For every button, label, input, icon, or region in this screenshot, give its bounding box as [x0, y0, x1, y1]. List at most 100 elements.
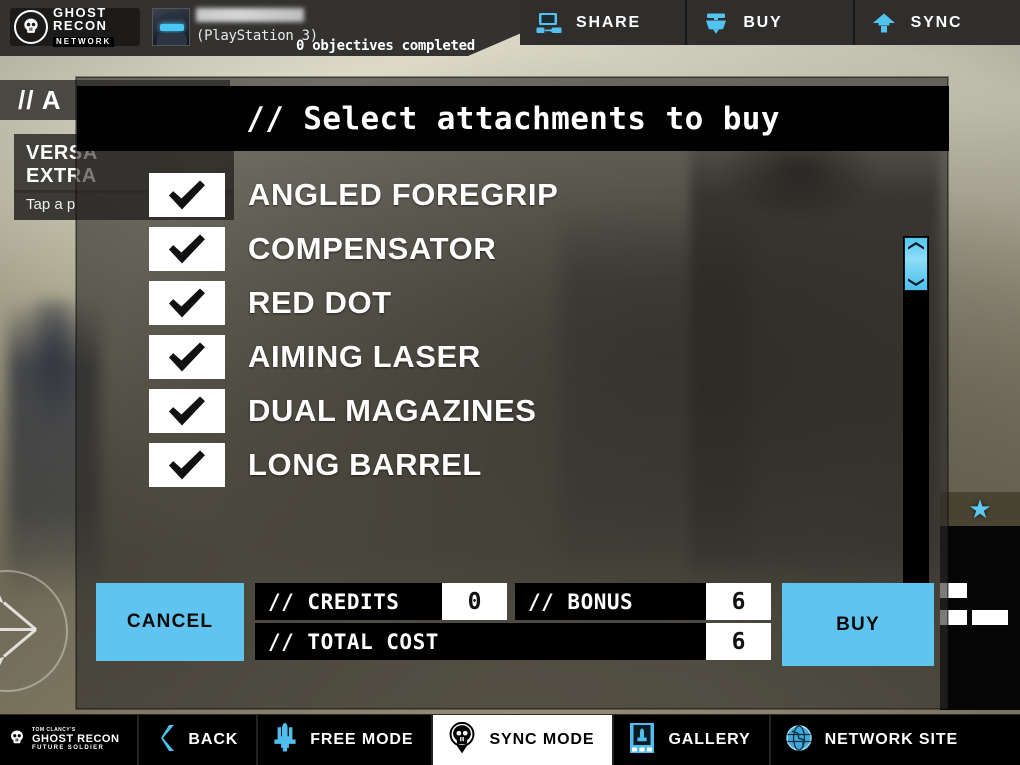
modal-scrollbar-track[interactable] [903, 236, 929, 639]
objectives-status: 0 objectives completed [296, 38, 475, 54]
attachment-row[interactable]: ANGLED FOREGRIP [149, 168, 849, 222]
buy-cart-icon [703, 11, 729, 35]
attachment-label: RED DOT [248, 285, 392, 320]
total-cost-label: // TOTAL COST [268, 629, 439, 654]
checkmark-icon [165, 287, 209, 319]
brand-line-2: RECON [53, 18, 108, 33]
attachment-row[interactable]: LONG BARREL [149, 438, 849, 492]
right-panel-chip-3 [972, 610, 1008, 625]
globe-icon [785, 724, 813, 757]
bottom-brand-line-3: FUTURE SOLDIER [32, 745, 105, 752]
nav-item-back[interactable]: BACK [139, 715, 259, 765]
film-strip-icon [628, 722, 656, 759]
attachment-checkbox[interactable] [149, 227, 225, 271]
ghost-skull-icon [14, 10, 48, 44]
cancel-button[interactable]: CANCEL [96, 583, 244, 661]
app-root: // A VERSA EXTRA Tap a p ★ GHOST RECON N… [0, 0, 1020, 765]
attachment-row[interactable]: AIMING LASER [149, 330, 849, 384]
right-panel-header: ★ [940, 492, 1020, 526]
nav-item-sync-mode[interactable]: SYNC MODE [433, 715, 615, 765]
nav-item-gallery-label: GALLERY [668, 731, 751, 748]
checkmark-icon [165, 449, 209, 481]
buy-button-top[interactable]: BUY [687, 0, 855, 45]
nav-item-network-site[interactable]: NETWORK SITE [771, 715, 976, 765]
chevron-left-icon [161, 724, 176, 756]
player-avatar-icon[interactable] [152, 8, 190, 46]
share-button-label: SHARE [576, 13, 642, 31]
avatar-body [157, 33, 187, 45]
double-chevron-down-icon [908, 278, 924, 286]
total-cost-meter: // TOTAL COST 6 [255, 623, 771, 660]
direction-arrow-up-left-icon [2, 628, 37, 658]
attachment-checkbox[interactable] [149, 281, 225, 325]
modal-title-bar: // Select attachments to buy [77, 86, 949, 151]
nav-item-network-site-label: NETWORK SITE [824, 731, 959, 748]
top-actions-group: SHARE BUY SYNC [520, 0, 1020, 45]
buy-button-top-label: BUY [743, 13, 783, 31]
attachments-modal: // Select attachments to buy ANGLED FORE… [76, 77, 949, 709]
attachment-label: DUAL MAGAZINES [248, 393, 537, 428]
attachment-row[interactable]: COMPENSATOR [149, 222, 849, 276]
cancel-button-label: CANCEL [126, 611, 214, 632]
attachment-list: ANGLED FOREGRIP COMPENSATOR RED DOT AIMING … [149, 168, 849, 492]
modal-title: // Select attachments to buy [246, 100, 780, 137]
skull-icon [447, 721, 477, 759]
checkmark-icon [165, 395, 209, 427]
attachment-label: AIMING LASER [248, 339, 481, 374]
cost-meters: // CREDITS 0 // BONUS 6 // TOTAL COST 6 [255, 583, 771, 660]
ghost-recon-network-logo[interactable]: GHOST RECON NETWORK [10, 6, 140, 48]
avatar-visor [160, 24, 184, 31]
attachment-label: LONG BARREL [248, 447, 482, 482]
bottom-nav-brand-wordmark: TOM CLANCY'S GHOST RECON FUTURE SOLDIER [32, 728, 120, 752]
buy-button-label: BUY [836, 613, 880, 635]
double-chevron-up-icon [908, 242, 924, 250]
attachment-checkbox[interactable] [149, 443, 225, 487]
checkmark-icon [165, 341, 209, 373]
share-screen-icon [536, 11, 562, 35]
bottom-brand-line-2: GHOST RECON [32, 732, 120, 745]
modal-body: ANGLED FOREGRIP COMPENSATOR RED DOT AIMING … [77, 158, 949, 639]
page-title-text: // A [18, 84, 62, 115]
bonus-value: 6 [706, 583, 771, 620]
sync-button[interactable]: SYNC [854, 0, 1020, 45]
checkmark-icon [165, 179, 209, 211]
brand-line-3: NETWORK [53, 37, 115, 47]
sync-button-label: SYNC [910, 13, 963, 31]
nav-item-back-label: BACK [188, 731, 239, 748]
bottom-navigation: TOM CLANCY'S GHOST RECON FUTURE SOLDIER … [0, 714, 1020, 765]
attachment-checkbox[interactable] [149, 335, 225, 379]
attachment-row[interactable]: RED DOT [149, 276, 849, 330]
bonus-meter: // BONUS 6 [515, 583, 771, 620]
direction-arrow-left-icon [0, 628, 36, 631]
nav-item-free-mode-label: FREE MODE [310, 731, 414, 748]
star-icon: ★ [968, 494, 992, 524]
direction-arrow-down-left-icon [2, 601, 37, 631]
attachment-row[interactable]: DUAL MAGAZINES [149, 384, 849, 438]
ghost-recon-future-soldier-icon [8, 728, 26, 753]
credits-label: // CREDITS [268, 589, 400, 614]
weapon-hint-text: Tap a p [26, 196, 76, 213]
nav-item-sync-mode-label: SYNC MODE [489, 731, 595, 748]
buy-button[interactable]: BUY [782, 583, 934, 666]
attachment-checkbox[interactable] [149, 173, 225, 217]
checkmark-icon [165, 233, 209, 265]
credits-meter: // CREDITS 0 [255, 583, 507, 620]
credits-value: 0 [442, 583, 507, 620]
sync-upload-arrow-icon [871, 11, 897, 35]
modal-scrollbar-thumb[interactable] [904, 237, 928, 291]
top-header-bar: GHOST RECON NETWORK (PlayStation 3) 0 ob… [0, 0, 520, 56]
bottom-nav-brand: TOM CLANCY'S GHOST RECON FUTURE SOLDIER [0, 715, 140, 765]
modal-footer: CANCEL // CREDITS 0 // BONUS 6 // TOTAL … [96, 583, 934, 668]
share-button[interactable]: SHARE [520, 0, 688, 45]
attachment-checkbox[interactable] [149, 389, 225, 433]
username-redacted [196, 8, 304, 22]
brand-wordmark: GHOST RECON NETWORK [53, 6, 115, 48]
total-cost-value: 6 [706, 623, 771, 660]
bonus-label: // BONUS [528, 589, 634, 614]
nav-item-gallery[interactable]: GALLERY [614, 715, 771, 765]
attachment-label: ANGLED FOREGRIP [248, 177, 559, 212]
cost-meters-row-1: // CREDITS 0 // BONUS 6 [255, 583, 771, 620]
nav-item-free-mode[interactable]: FREE MODE [258, 715, 434, 765]
jet-icon [272, 722, 298, 758]
cost-meters-row-2: // TOTAL COST 6 [255, 623, 771, 660]
